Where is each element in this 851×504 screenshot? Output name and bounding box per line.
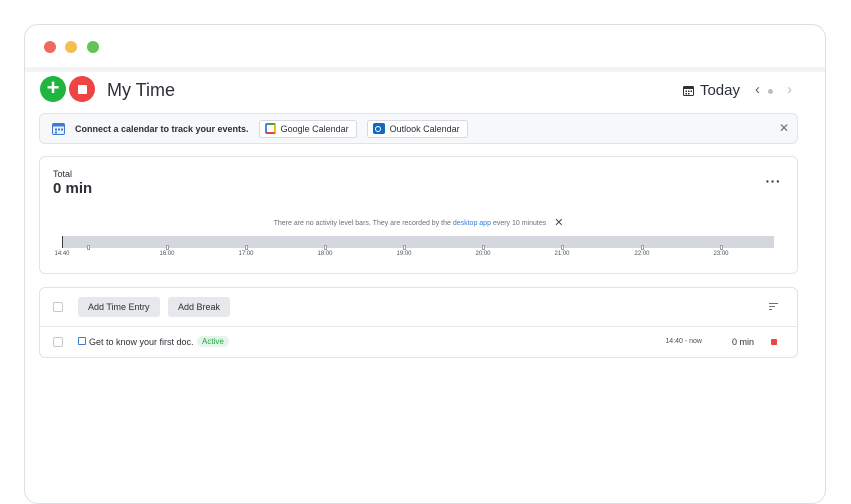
notice-prefix: There are no activity level bars. They a… xyxy=(273,220,451,227)
app-window: + My Time Today ‹ › Connect a calendar t… xyxy=(24,24,826,504)
plus-icon: + xyxy=(46,75,60,100)
stop-entry-button[interactable] xyxy=(771,339,777,345)
timeline-tick xyxy=(324,245,327,250)
total-label: Total xyxy=(53,169,73,179)
next-day-button[interactable]: › xyxy=(787,81,792,98)
entry-duration: 0 min xyxy=(731,337,754,347)
timeline-tick-label: 17:00 xyxy=(238,251,254,257)
window-maximize-button[interactable] xyxy=(87,41,99,53)
timeline-tick-label: 16:00 xyxy=(159,251,175,257)
more-options-icon[interactable]: ··· xyxy=(766,173,782,189)
timeline-tick xyxy=(166,245,169,250)
timeline-tick xyxy=(720,245,723,250)
prev-day-button[interactable]: ‹ xyxy=(755,81,760,98)
connect-calendar-banner: Connect a calendar to track your events.… xyxy=(39,113,798,144)
timeline-tick-label: 14:40 xyxy=(54,251,70,257)
page-header: + My Time Today ‹ › xyxy=(25,72,825,112)
timeline-tick-label: 22:00 xyxy=(634,251,650,257)
add-time-entry-button[interactable]: Add Time Entry xyxy=(78,297,160,317)
timeline-start-marker xyxy=(62,236,63,248)
timeline-tick-label: 21:00 xyxy=(554,251,570,257)
window-close-button[interactable] xyxy=(44,41,56,53)
google-calendar-label: Google Calendar xyxy=(280,123,349,134)
timeline-tick xyxy=(245,245,248,250)
total-panel: Total 0 min ··· There are no activity le… xyxy=(39,156,798,274)
activity-notice: There are no activity level bars. They a… xyxy=(40,216,797,229)
edit-icon[interactable] xyxy=(78,337,86,345)
total-value: 0 min xyxy=(53,180,93,197)
stop-timer-button[interactable] xyxy=(69,76,95,102)
calendar-icon xyxy=(52,123,65,135)
timeline-tick xyxy=(403,245,406,250)
date-selector[interactable]: Today xyxy=(682,82,740,99)
outlook-calendar-button[interactable]: Outlook Calendar xyxy=(366,119,468,138)
timeline-tick-label: 18:00 xyxy=(317,251,333,257)
entry-title[interactable]: Get to know your first doc. xyxy=(89,337,194,347)
add-break-button[interactable]: Add Break xyxy=(168,297,231,317)
timeline-tick xyxy=(561,245,564,250)
notice-suffix: every 10 minutes xyxy=(492,220,547,227)
entry-time-range: 14:40 - now xyxy=(665,338,702,345)
timeline-tick-label: 20:00 xyxy=(475,251,491,257)
timeline-tick-label: 19:00 xyxy=(396,251,412,257)
outlook-calendar-icon xyxy=(372,123,385,134)
window-minimize-button[interactable] xyxy=(65,41,77,53)
google-calendar-button[interactable]: Google Calendar xyxy=(258,119,357,138)
connect-message: Connect a calendar to track your events. xyxy=(75,123,249,134)
page-title: My Time xyxy=(107,80,176,100)
table-row[interactable]: Get to know your first doc. Active 14:40… xyxy=(40,327,797,358)
row-checkbox[interactable] xyxy=(53,337,63,347)
dismiss-notice-icon[interactable]: ✕ xyxy=(554,217,563,229)
timeline-tick xyxy=(641,245,644,250)
timeline-tick xyxy=(482,245,485,250)
titlebar xyxy=(25,25,825,67)
current-day-dot[interactable] xyxy=(768,89,773,94)
stop-icon xyxy=(77,84,87,94)
timeline-tick xyxy=(87,245,90,250)
select-all-checkbox[interactable] xyxy=(53,302,63,312)
add-entry-button[interactable]: + xyxy=(40,76,66,102)
status-badge: Active xyxy=(197,336,229,347)
entries-toolbar: Add Time Entry Add Break xyxy=(40,288,797,327)
google-calendar-icon xyxy=(264,123,276,134)
calendar-icon xyxy=(682,86,694,96)
date-label: Today xyxy=(699,82,740,99)
outlook-calendar-label: Outlook Calendar xyxy=(389,123,460,134)
sort-icon[interactable] xyxy=(769,303,778,312)
close-icon[interactable]: ✕ xyxy=(779,121,789,135)
time-entries-panel: Add Time Entry Add Break Get to know you… xyxy=(39,287,798,358)
timeline-tick-label: 23:00 xyxy=(713,251,729,257)
timeline-track[interactable] xyxy=(63,236,774,248)
desktop-app-link[interactable]: desktop app xyxy=(453,220,491,227)
